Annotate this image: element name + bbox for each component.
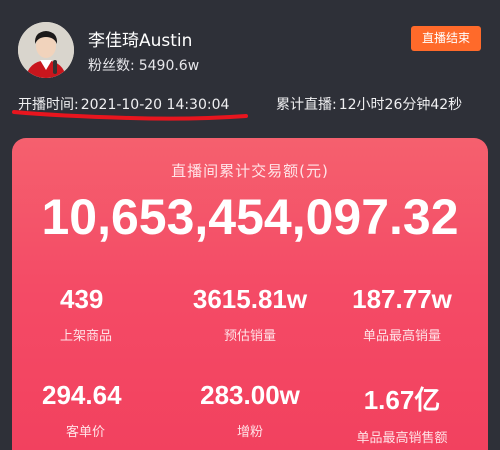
stat-top-item-revenue: 1.67亿 单品最高销售额 [327,380,477,446]
stat-label: 客单价 [66,425,106,440]
fan-count-value: 5490.6w [138,58,200,74]
sales-summary-card: 直播间累计交易额(元) 10,653,454,097.32 439 上架商品 3… [12,138,488,450]
stat-value: 3615.81w [192,284,308,314]
stat-top-item-volume: 187.77w 单品最高销量 [327,284,477,344]
live-ended-button[interactable]: 直播结束 [411,26,481,51]
stat-avg-order-value: 294.64 客单价 [42,380,192,440]
stat-estimated-sales: 3615.81w 预估销量 [175,284,325,344]
duration-value: 12小时26分钟42秒 [338,97,463,113]
streamer-header: 李佳琦Austin 粉丝数: 5490.6w 直播结束 开播时间: 2021-10-… [0,0,500,140]
stat-label: 增粉 [236,425,263,440]
total-sales-title: 直播间累计交易额(元) [171,162,329,180]
stat-label: 预估销量 [223,329,276,344]
red-annotation-underline [12,110,248,121]
streamer-avatar[interactable] [18,22,74,78]
stat-value: 1.67亿 [363,385,441,415]
fan-count: 粉丝数: 5490.6w [88,55,199,75]
cumulative-duration: 累计直播: 12小时26分钟42秒 [276,94,462,114]
total-sales-amount: 10,653,454,097.32 [41,189,459,245]
stat-value: 294.64 [42,380,122,410]
stat-new-fans: 283.00w 增粉 [175,380,325,440]
streamer-name: 李佳琦Austin [88,31,193,51]
fan-count-label: 粉丝数: [88,58,135,74]
stat-value: 187.77w [352,284,452,314]
stat-label: 单品最高销售额 [356,431,448,446]
stat-value: 283.00w [200,380,300,410]
stat-label: 单品最高销量 [362,329,441,344]
duration-label: 累计直播: [276,97,337,113]
